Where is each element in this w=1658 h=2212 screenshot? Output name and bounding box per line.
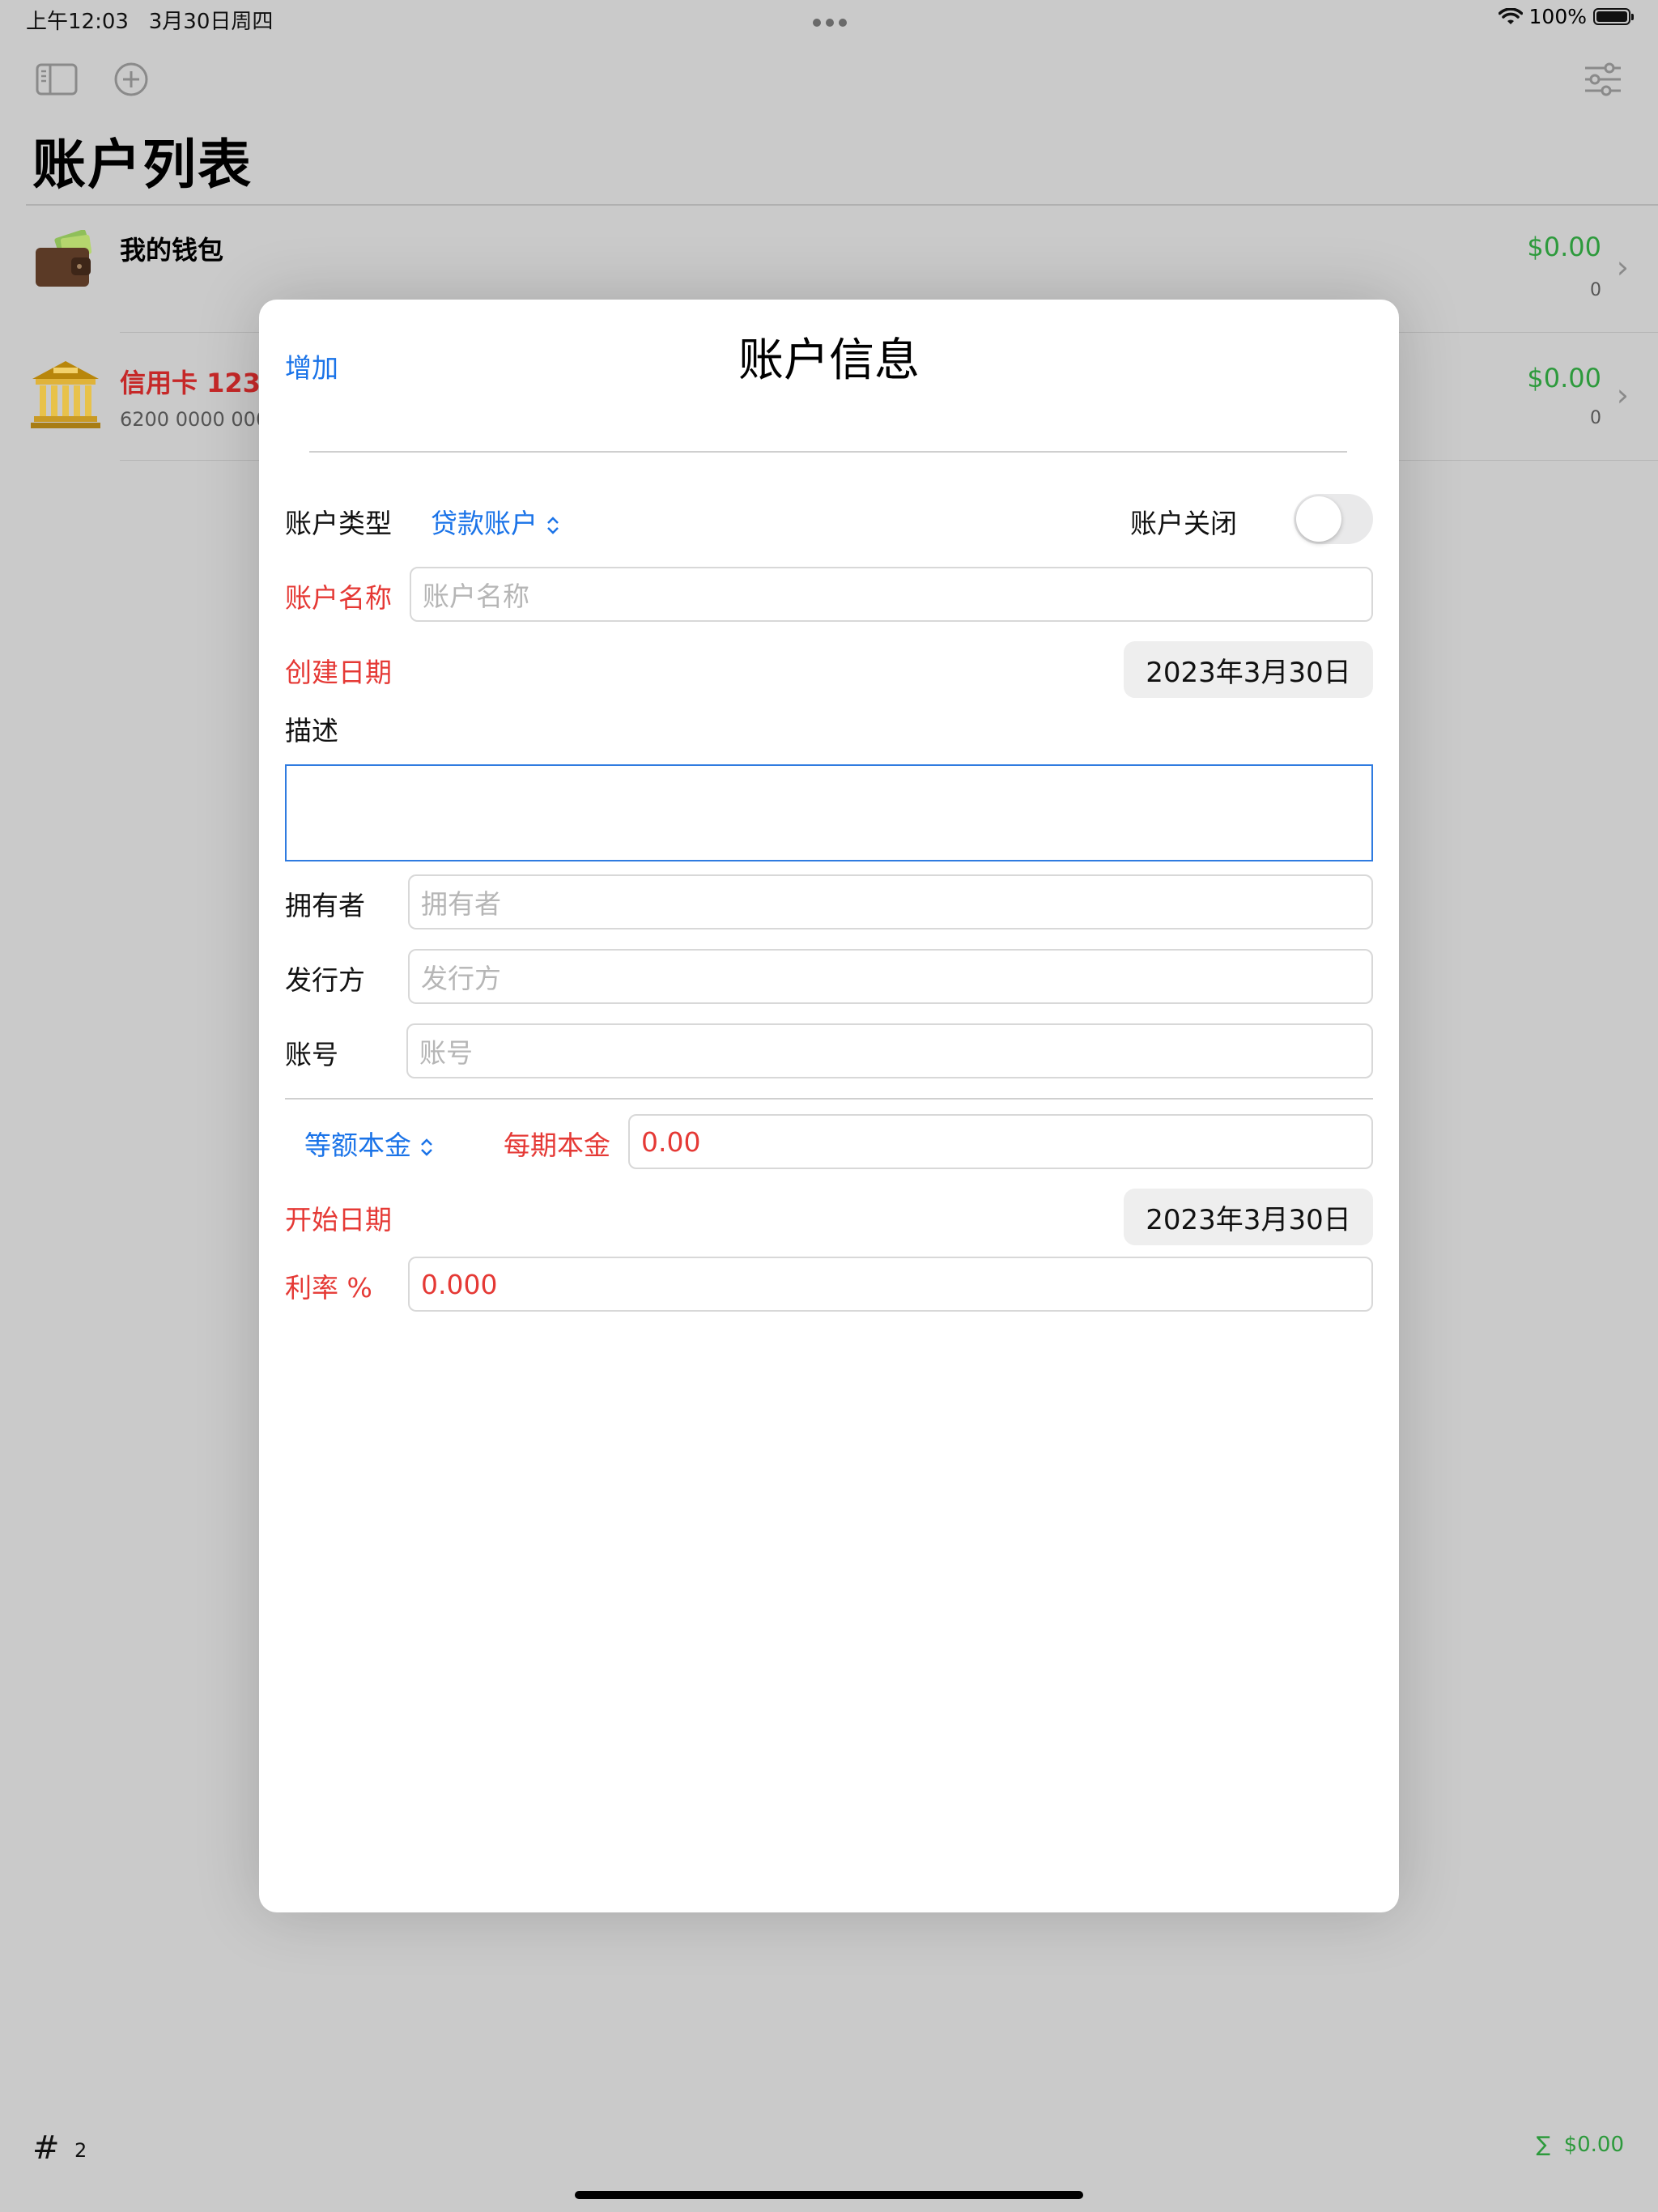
up-down-chevron-icon [421,1138,432,1156]
created-date-picker[interactable]: 2023年3月30日 [1124,641,1373,698]
account-closed-label: 账户关闭 [1130,508,1237,539]
toggle-knob [1296,496,1341,542]
account-amount: $0.00 [1527,232,1601,262]
repayment-method-picker[interactable]: 等额本金 [304,1124,434,1163]
account-type-label: 账户类型 [285,508,392,539]
status-time: 上午12:03 3月30日周四 [26,10,274,34]
section-divider [285,1098,1373,1100]
status-indicators: 100% [1498,5,1634,28]
count-symbol: # [32,2129,60,2167]
account-closed-toggle[interactable] [1294,494,1373,544]
issuer-input[interactable]: 发行方 [408,949,1373,1004]
title-divider [309,451,1347,453]
description-textarea[interactable] [285,764,1373,861]
add-account-icon[interactable] [110,62,152,97]
sidebar-toggle-icon[interactable] [36,62,78,97]
account-count: 0 [1590,280,1601,300]
page-title: 账户列表 [32,134,253,196]
account-number-input[interactable]: 账号 [406,1023,1373,1078]
owner-input[interactable]: 拥有者 [408,874,1373,929]
battery-icon [1593,8,1634,25]
wallet-icon [36,230,92,287]
created-date-label: 创建日期 [285,657,392,688]
issuer-label: 发行方 [285,964,365,996]
account-amount: $0.00 [1527,363,1601,393]
home-indicator[interactable] [575,2191,1083,2199]
account-type-value: 贷款账户 [431,508,538,539]
bank-icon [31,361,100,428]
owner-label: 拥有者 [285,890,365,921]
account-number: 6200 0000 0000 [120,408,281,431]
account-name: 我的钱包 [120,235,224,266]
up-down-chevron-icon [547,516,559,534]
multitasking-dots-icon[interactable] [813,15,852,30]
account-number-label: 账号 [285,1039,338,1070]
account-count-total: 2 [74,2139,87,2162]
account-type-picker[interactable]: 贷款账户 [431,502,560,541]
chevron-right-icon: › [1616,249,1629,285]
account-name-input[interactable]: 账户名称 [410,567,1373,622]
account-name-label: 账户名称 [285,582,392,614]
balance-sum: ∑ $0.00 [1536,2133,1624,2157]
chevron-right-icon: › [1616,377,1629,413]
start-date-picker[interactable]: 2023年3月30日 [1124,1189,1373,1245]
filter-settings-icon[interactable] [1582,62,1624,97]
sheet-title: 账户信息 [738,334,920,387]
interest-rate-label: 利率 % [285,1272,372,1304]
account-name: 信用卡 1234 [120,368,279,398]
principal-input[interactable]: 0.00 [628,1114,1373,1169]
start-date-label: 开始日期 [285,1204,392,1236]
principal-label: 每期本金 [504,1129,610,1161]
description-label: 描述 [285,715,338,747]
battery-percent: 100% [1528,5,1587,28]
interest-rate-input[interactable]: 0.000 [408,1257,1373,1312]
wifi-icon [1498,7,1523,24]
account-count: 0 [1590,408,1601,428]
account-info-sheet: 增加 账户信息 账户类型 贷款账户 账户关闭 账户名称 账户名称 创建日期 20… [259,300,1399,1912]
repayment-method-value: 等额本金 [304,1129,411,1161]
